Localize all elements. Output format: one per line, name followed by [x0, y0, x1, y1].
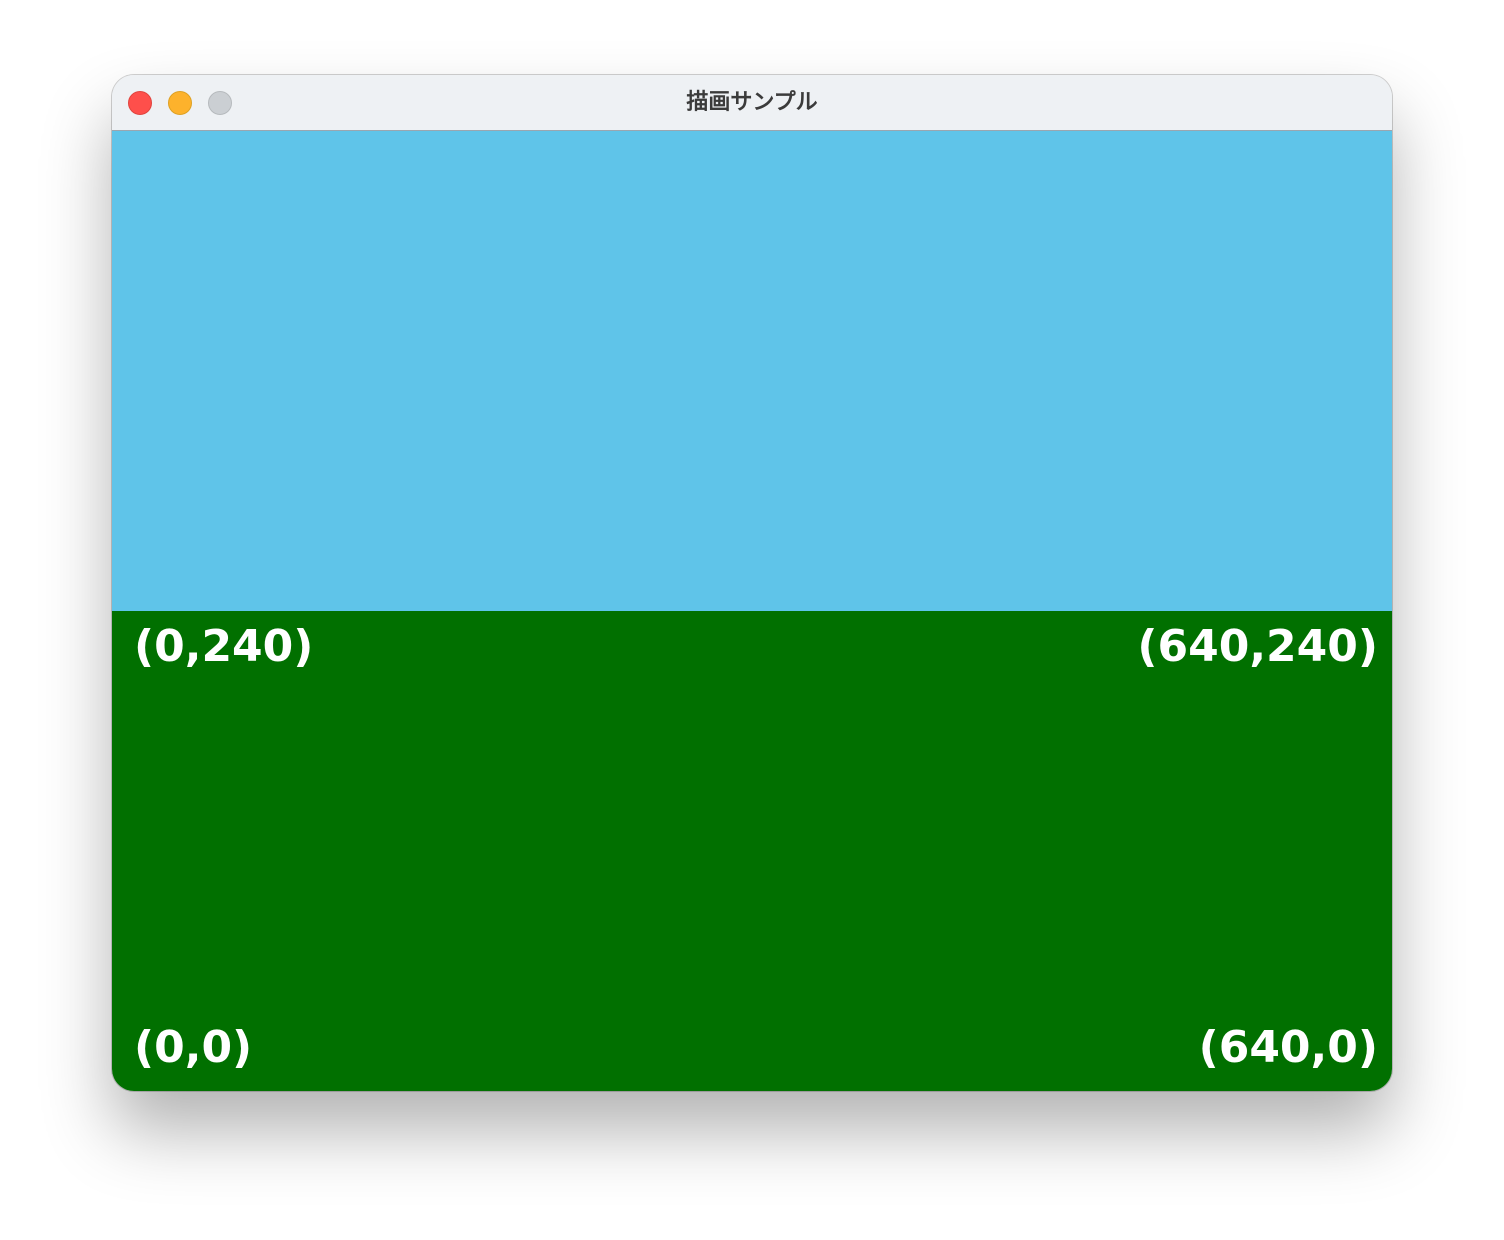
window-title: 描画サンプル — [686, 90, 818, 115]
coord-label-bottom-left: (0,0) — [134, 1022, 253, 1073]
coord-label-top-left: (0,240) — [134, 621, 314, 672]
app-window: 描画サンプル (0,240) (640,240) (0,0) (640,0) — [112, 75, 1392, 1091]
sky-region — [112, 131, 1392, 611]
ground-region — [112, 611, 1392, 1091]
drawing-canvas: (0,240) (640,240) (0,0) (640,0) — [112, 131, 1392, 1091]
coord-label-top-right: (640,240) — [1137, 621, 1378, 672]
title-bar[interactable]: 描画サンプル — [112, 75, 1392, 131]
coord-label-bottom-right: (640,0) — [1198, 1022, 1378, 1073]
